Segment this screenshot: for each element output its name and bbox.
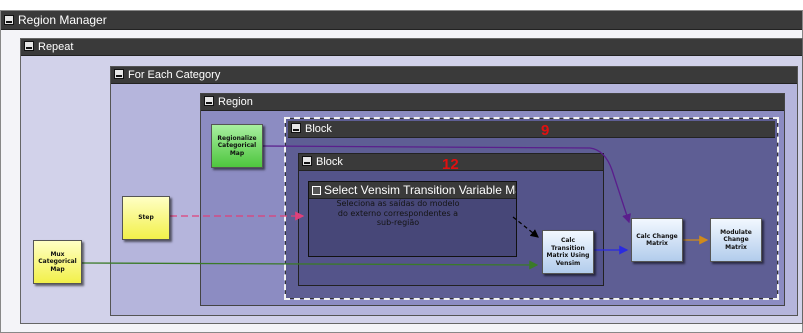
edge-regionalize-to-calc-change[interactable]	[262, 145, 631, 224]
node-calc-change-label: Calc Change Matrix	[636, 232, 678, 248]
node-mux-label: Mux Categorical Map	[38, 250, 77, 273]
node-calc-transition-label: Calc Transition Matrix Using Vensim	[546, 237, 590, 267]
node-regionalize-label: Regionalize Categorical Map	[217, 134, 257, 157]
edge-mux-to-calc-transition[interactable]	[81, 260, 539, 270]
node-step-label: Step	[138, 214, 154, 222]
edge-select-to-calc-transition[interactable]	[512, 216, 539, 238]
node-modulate-change-matrix[interactable]: Modulate Change Matrix	[710, 218, 762, 262]
node-calc-transition-matrix[interactable]: Calc Transition Matrix Using Vensim	[542, 230, 594, 274]
edges-layer	[81, 145, 709, 270]
node-modulate-label: Modulate Change Matrix	[720, 228, 752, 251]
node-regionalize-categorical-map[interactable]: Regionalize Categorical Map	[211, 124, 263, 168]
node-step[interactable]: Step	[122, 196, 170, 240]
node-mux-categorical-map[interactable]: Mux Categorical Map	[33, 240, 82, 284]
node-calc-change-matrix[interactable]: Calc Change Matrix	[631, 218, 683, 262]
